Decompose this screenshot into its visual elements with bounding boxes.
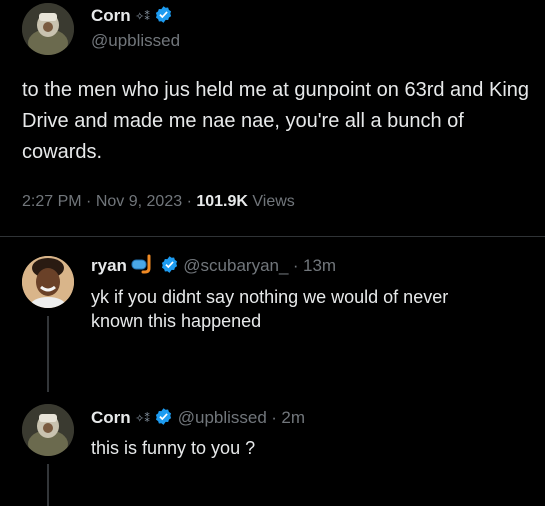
reply-text-line-2: known this happened [91, 311, 262, 331]
reply-author-avatar[interactable] [22, 256, 74, 308]
verified-badge-icon [160, 255, 179, 279]
reply-age[interactable]: 2m [281, 408, 305, 427]
meta-separator: · [292, 256, 299, 275]
reply-author-name[interactable]: ryan [91, 256, 127, 275]
avatar-photo-icon [22, 404, 74, 456]
tweet-divider [0, 236, 545, 237]
reply-author-name[interactable]: Corn [91, 408, 131, 427]
reply-author-avatar[interactable] [22, 404, 74, 456]
thread-line [47, 464, 49, 506]
views-count: 101.9K [196, 193, 248, 210]
snorkel-emoji-icon [131, 254, 155, 282]
meta-separator: · [186, 193, 192, 210]
avatar-photo-icon [22, 256, 74, 308]
meta-separator: · [271, 408, 277, 427]
avatar-photo-icon [22, 3, 74, 55]
reply-author-handle[interactable]: @scubaryan_ [183, 256, 288, 275]
verified-badge-icon [154, 407, 173, 431]
reply-author-handle[interactable]: @upblissed [178, 408, 267, 427]
reply-text: this is funny to you ? [91, 438, 256, 458]
name-sparkle-emoji: ✧⁑ [135, 412, 150, 425]
reply-text-line-1: yk if you didnt say nothing we would of … [91, 287, 449, 307]
meta-separator: · [86, 193, 92, 210]
verified-badge-icon [154, 5, 173, 28]
main-tweet-text: to the men who jus held me at gunpoint o… [22, 79, 530, 163]
name-sparkle-emoji: ✧⁑ [135, 10, 150, 23]
main-author-name[interactable]: Corn [91, 6, 131, 25]
tweet-time[interactable]: 2:27 PM [22, 193, 82, 210]
views-label: Views [252, 193, 295, 210]
thread-line [47, 316, 49, 392]
main-author-avatar[interactable] [22, 3, 74, 55]
tweet-date[interactable]: Nov 9, 2023 [96, 193, 182, 210]
main-author-handle[interactable]: @upblissed [91, 30, 180, 52]
reply-age[interactable]: 13m [303, 256, 336, 275]
